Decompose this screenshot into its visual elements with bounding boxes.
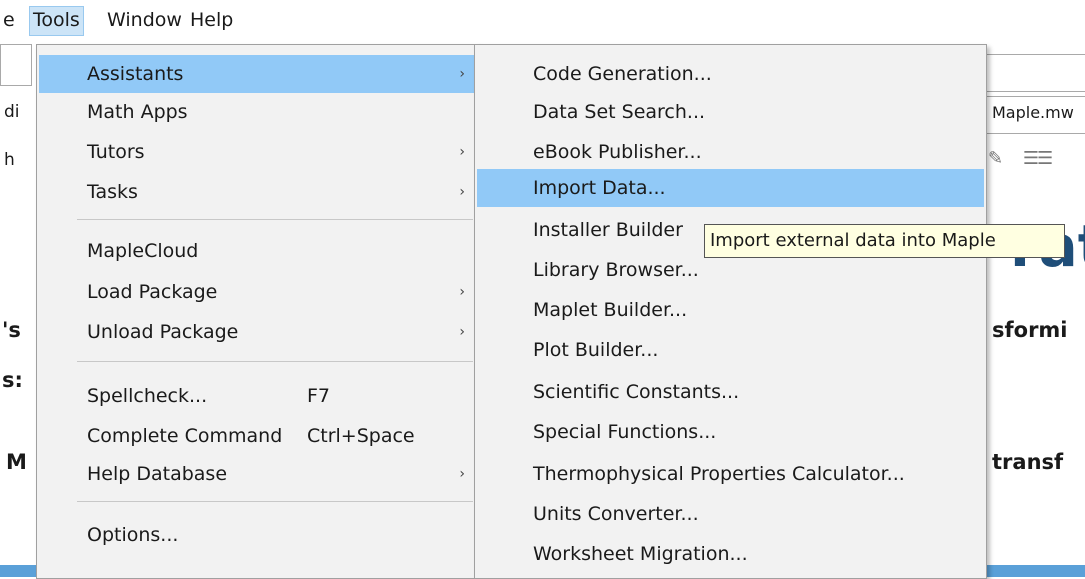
assistants-submenu: Code Generation... Data Set Search... eB… <box>474 44 987 579</box>
menu-separator <box>77 219 473 220</box>
menu-item-math-apps[interactable]: Math Apps <box>39 93 477 131</box>
chevron-right-icon: › <box>459 324 465 340</box>
menu-item-label: Special Functions... <box>533 421 717 443</box>
bg-partial-label: h <box>4 150 15 170</box>
menu-item-label: Worksheet Migration... <box>533 543 748 565</box>
bg-partial-label: s: <box>2 368 23 392</box>
pen-icon[interactable]: ✎ <box>988 148 1003 169</box>
menu-item-label: Installer Builder <box>533 219 683 241</box>
menu-item-tasks[interactable]: Tasks › <box>39 173 477 211</box>
menu-item-label: Plot Builder... <box>533 339 659 361</box>
menu-item-load-package[interactable]: Load Package › <box>39 273 477 311</box>
menu-item-label: Help Database <box>87 463 228 485</box>
menu-item-tutors[interactable]: Tutors › <box>39 133 477 171</box>
bullet-list-icon[interactable]: ☰☰ <box>1023 148 1053 169</box>
import-data-tooltip: Import external data into Maple <box>704 224 1065 258</box>
bg-text-fragment: sformi <box>992 318 1068 342</box>
menu-tools[interactable]: Tools <box>29 6 84 36</box>
bg-partial-label: di <box>4 102 20 122</box>
menu-item-maplecloud[interactable]: MapleCloud <box>39 232 477 270</box>
chevron-right-icon: › <box>459 66 465 82</box>
menu-item-label: Unload Package <box>87 321 239 343</box>
menu-item-complete-command[interactable]: Complete Command Ctrl+Space <box>39 417 477 455</box>
menu-item-ebook-publisher[interactable]: eBook Publisher... <box>477 133 984 171</box>
document-tab-label: Maple.mw <box>992 103 1074 122</box>
bg-partial-label: M <box>6 450 27 474</box>
menu-item-label: Scientific Constants... <box>533 381 740 403</box>
menu-item-special-functions[interactable]: Special Functions... <box>477 413 984 451</box>
menu-item-label: Library Browser... <box>533 259 699 281</box>
chevron-right-icon: › <box>459 284 465 300</box>
menu-item-plot-builder[interactable]: Plot Builder... <box>477 331 984 369</box>
menu-item-label: Maplet Builder... <box>533 299 688 321</box>
bg-input-field[interactable] <box>985 54 1085 92</box>
menu-item-label: Data Set Search... <box>533 101 706 123</box>
menu-item-data-set-search[interactable]: Data Set Search... <box>477 93 984 131</box>
menu-item-label: Load Package <box>87 281 218 303</box>
chevron-right-icon: › <box>459 184 465 200</box>
menu-item-label: Import Data... <box>533 177 666 199</box>
menu-item-code-generation[interactable]: Code Generation... <box>477 55 984 93</box>
bg-partial-label: 's <box>2 318 21 342</box>
menu-bar: e Tools Window Help <box>0 0 1085 40</box>
menu-item-label: Tasks <box>87 181 138 203</box>
menu-item-shortcut: F7 <box>307 385 331 407</box>
menu-item-label: Tutors <box>87 141 145 163</box>
menu-item-shortcut: Ctrl+Space <box>307 425 415 447</box>
menu-help[interactable]: Help <box>187 6 236 34</box>
menu-item-label: Thermophysical Properties Calculator... <box>533 463 905 485</box>
menu-item-label: Options... <box>87 524 179 546</box>
menu-item-label: Spellcheck... <box>87 385 208 407</box>
menu-item-worksheet-migration[interactable]: Worksheet Migration... <box>477 535 984 573</box>
menu-item-scientific-constants[interactable]: Scientific Constants... <box>477 373 984 411</box>
bg-text-fragment: transf <box>992 450 1064 474</box>
menu-item-maplet-builder[interactable]: Maplet Builder... <box>477 291 984 329</box>
document-tab[interactable]: Maple.mw <box>985 96 1085 134</box>
menu-item-label: Units Converter... <box>533 503 699 525</box>
menu-item-label: MapleCloud <box>87 240 199 262</box>
chevron-right-icon: › <box>459 144 465 160</box>
menu-item-unload-package[interactable]: Unload Package › <box>39 313 477 351</box>
menu-item-assistants[interactable]: Assistants › <box>39 55 477 93</box>
format-toolbar-partial: ✎ ☰☰ <box>988 142 1085 176</box>
menu-item-label: Math Apps <box>87 101 188 123</box>
chevron-right-icon: › <box>459 466 465 482</box>
menu-separator <box>77 501 473 502</box>
menu-item-label: Complete Command <box>87 425 283 447</box>
menu-item-thermophysical-properties[interactable]: Thermophysical Properties Calculator... <box>477 455 984 493</box>
menu-item-units-converter[interactable]: Units Converter... <box>477 495 984 533</box>
menu-item-label: Assistants <box>87 63 184 85</box>
menu-item-options[interactable]: Options... <box>39 516 477 554</box>
menu-window[interactable]: Window <box>104 6 185 34</box>
menu-file-partial[interactable]: e <box>0 6 18 34</box>
tools-menu: Assistants › Math Apps Tutors › Tasks › … <box>36 44 480 579</box>
menu-item-import-data[interactable]: Import Data... <box>477 169 984 207</box>
menu-separator <box>77 361 473 362</box>
toolbar-left-partial <box>0 44 32 86</box>
menu-item-help-database[interactable]: Help Database › <box>39 455 477 493</box>
menu-item-label: eBook Publisher... <box>533 141 702 163</box>
menu-item-label: Code Generation... <box>533 63 712 85</box>
menu-item-spellcheck[interactable]: Spellcheck... F7 <box>39 377 477 415</box>
